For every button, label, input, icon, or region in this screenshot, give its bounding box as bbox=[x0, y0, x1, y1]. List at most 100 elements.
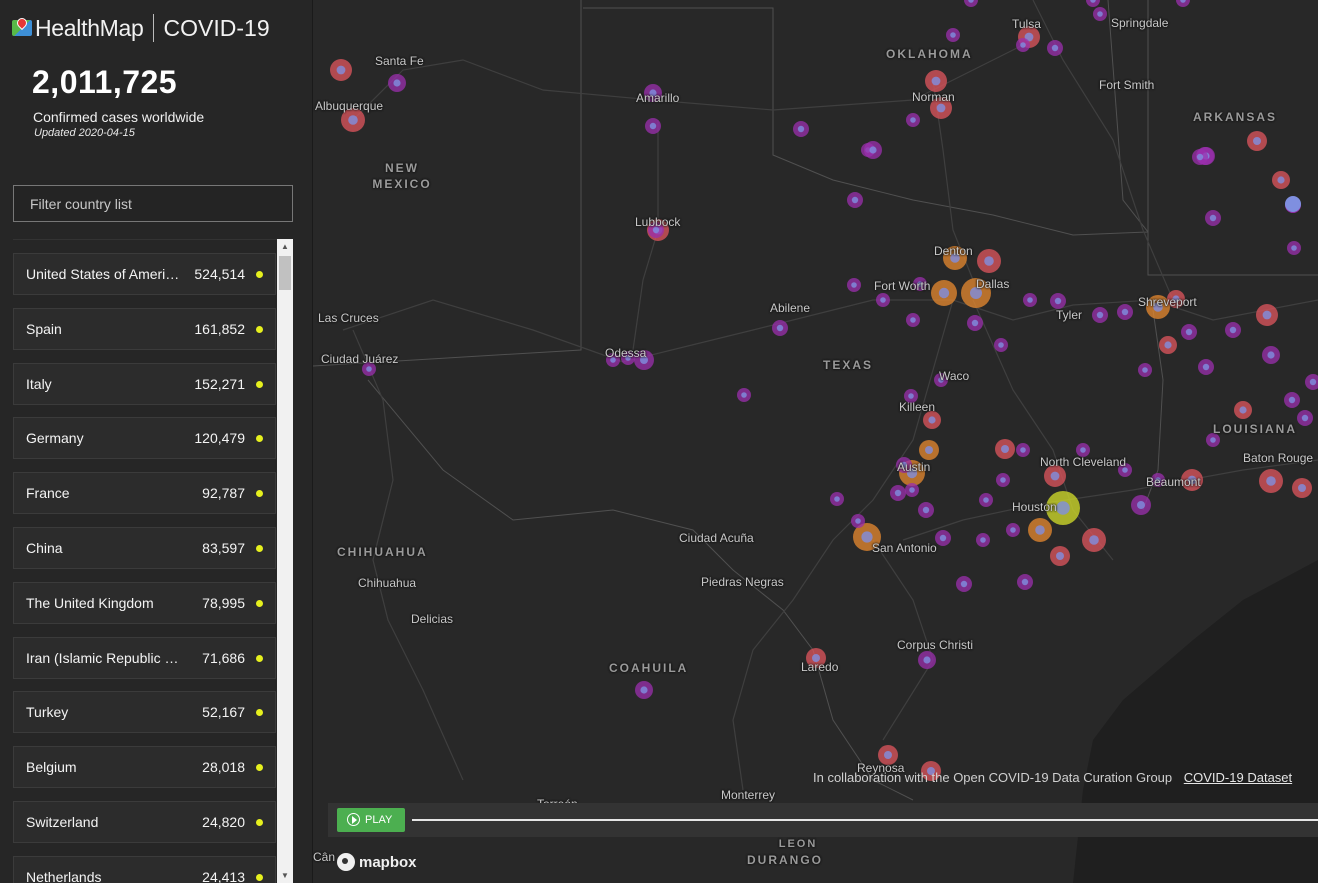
case-bubble-center[interactable] bbox=[1291, 245, 1297, 251]
case-bubble-center[interactable] bbox=[1267, 351, 1275, 359]
case-bubble-center[interactable] bbox=[1000, 477, 1006, 483]
case-bubble-center[interactable] bbox=[348, 115, 358, 125]
case-bubble-center[interactable] bbox=[1137, 501, 1145, 509]
case-bubble-center[interactable] bbox=[1239, 406, 1247, 414]
case-bubble-center[interactable] bbox=[922, 506, 930, 514]
case-bubble-center[interactable] bbox=[336, 65, 346, 75]
country-row[interactable]: United States of America 524,514 bbox=[13, 253, 276, 295]
case-bubble-center[interactable] bbox=[960, 580, 968, 588]
case-bubble-center[interactable] bbox=[936, 103, 946, 113]
case-bubble-center[interactable] bbox=[1020, 42, 1026, 48]
case-bubble-center[interactable] bbox=[983, 497, 989, 503]
case-bubble-center[interactable] bbox=[1027, 297, 1033, 303]
case-bubble-center[interactable] bbox=[909, 487, 915, 493]
case-bubble-center[interactable] bbox=[851, 196, 859, 204]
case-bubble-center[interactable] bbox=[649, 122, 657, 130]
case-bubble-center[interactable] bbox=[1010, 527, 1016, 533]
case-bubble-center[interactable] bbox=[910, 317, 916, 323]
case-bubble-center[interactable] bbox=[393, 79, 401, 87]
case-bubble-center[interactable] bbox=[928, 416, 936, 424]
case-bubble-center[interactable] bbox=[1001, 445, 1009, 453]
case-bubble-center[interactable] bbox=[776, 324, 784, 332]
case-bubble-center[interactable] bbox=[998, 342, 1004, 348]
case-bubble-center[interactable] bbox=[931, 76, 941, 86]
case-bubble-center[interactable] bbox=[1196, 153, 1204, 161]
case-bubble-center[interactable] bbox=[880, 297, 886, 303]
case-bubble-center[interactable] bbox=[1266, 476, 1276, 486]
case-bubble-center[interactable] bbox=[1051, 44, 1059, 52]
brand[interactable]: HealthMap COVID-19 bbox=[12, 12, 270, 44]
country-row[interactable]: Turkey 52,167 bbox=[13, 691, 276, 734]
case-bubble-center[interactable] bbox=[1056, 552, 1064, 560]
case-bubble-center[interactable] bbox=[1054, 297, 1062, 305]
case-bubble-center[interactable] bbox=[1309, 378, 1317, 386]
country-row[interactable]: The United Kingdom 78,995 bbox=[13, 581, 276, 624]
case-bubble-center[interactable] bbox=[1021, 578, 1029, 586]
case-bubble-center[interactable] bbox=[1035, 525, 1045, 535]
case-bubble-center[interactable] bbox=[855, 518, 861, 524]
country-list-scrollbar[interactable]: ▲ ▼ bbox=[277, 239, 293, 883]
case-bubble[interactable] bbox=[1285, 196, 1301, 212]
case-bubble-center[interactable] bbox=[884, 751, 892, 759]
case-bubble-center[interactable] bbox=[797, 125, 805, 133]
case-bubble-center[interactable] bbox=[1164, 341, 1172, 349]
country-row[interactable]: China 83,597 bbox=[13, 526, 276, 569]
case-bubble-center[interactable] bbox=[1277, 176, 1285, 184]
country-row[interactable]: Germany 120,479 bbox=[13, 417, 276, 460]
case-bubble-center[interactable] bbox=[910, 117, 916, 123]
case-bubble-center[interactable] bbox=[1202, 363, 1210, 371]
case-bubble-center[interactable] bbox=[1097, 11, 1103, 17]
case-bubble-center[interactable] bbox=[1229, 326, 1237, 334]
case-bubble-center[interactable] bbox=[925, 446, 933, 454]
country-row[interactable]: France 92,787 bbox=[13, 472, 276, 515]
scroll-up-icon[interactable]: ▲ bbox=[281, 242, 289, 251]
case-bubble-center[interactable] bbox=[1096, 311, 1104, 319]
country-row[interactable]: Spain 161,852 bbox=[13, 307, 276, 350]
case-bubble-center[interactable] bbox=[1020, 447, 1026, 453]
case-bubble-center[interactable] bbox=[1142, 367, 1148, 373]
scroll-thumb[interactable] bbox=[279, 256, 291, 290]
case-bubble-center[interactable] bbox=[1209, 214, 1217, 222]
case-bubble-center[interactable] bbox=[869, 146, 877, 154]
case-bubble-center[interactable] bbox=[980, 537, 986, 543]
case-bubble-center[interactable] bbox=[640, 686, 648, 694]
case-bubble-center[interactable] bbox=[1288, 396, 1296, 404]
case-bubble-center[interactable] bbox=[834, 496, 840, 502]
map-canvas[interactable] bbox=[313, 0, 1318, 883]
case-bubble-center[interactable] bbox=[1089, 535, 1099, 545]
case-bubble-center[interactable] bbox=[950, 32, 956, 38]
case-bubble-center[interactable] bbox=[1080, 447, 1086, 453]
play-button[interactable]: PLAY bbox=[337, 808, 405, 832]
case-bubble-center[interactable] bbox=[1298, 484, 1306, 492]
case-bubble-center[interactable] bbox=[1050, 471, 1060, 481]
country-row[interactable]: Switzerland 24,820 bbox=[13, 800, 276, 843]
case-bubble-center[interactable] bbox=[984, 256, 994, 266]
case-bubble-center[interactable] bbox=[938, 287, 950, 299]
case-bubble-center[interactable] bbox=[894, 489, 902, 497]
case-bubble-center[interactable] bbox=[971, 319, 979, 327]
case-bubble-center[interactable] bbox=[851, 282, 857, 288]
case-bubble-center[interactable] bbox=[1210, 437, 1216, 443]
country-row[interactable]: Iran (Islamic Republic of) 71,686 bbox=[13, 636, 276, 679]
case-bubble-center[interactable] bbox=[861, 531, 873, 543]
case-bubble-center[interactable] bbox=[1121, 308, 1129, 316]
case-bubble-center[interactable] bbox=[366, 366, 372, 372]
case-bubble-center[interactable] bbox=[741, 392, 747, 398]
dataset-link[interactable]: COVID-19 Dataset bbox=[1184, 770, 1292, 785]
case-bubble-center[interactable] bbox=[1301, 414, 1309, 422]
case-bubble-center[interactable] bbox=[908, 393, 914, 399]
case-bubble-center[interactable] bbox=[939, 534, 947, 542]
mapbox-logo[interactable]: mapbox bbox=[337, 853, 417, 871]
case-bubble-center[interactable] bbox=[1056, 501, 1070, 515]
case-bubble-center[interactable] bbox=[1253, 137, 1261, 145]
map-view[interactable]: OKLAHOMA ARKANSAS NEW MEXICO TEXAS LOUISIANA… bbox=[313, 0, 1318, 883]
filter-country-input[interactable] bbox=[13, 185, 293, 222]
case-bubble-center[interactable] bbox=[1262, 310, 1272, 320]
case-bubble-center[interactable] bbox=[1185, 328, 1193, 336]
case-bubble-center[interactable] bbox=[923, 656, 931, 664]
country-row[interactable]: Italy 152,271 bbox=[13, 362, 276, 405]
country-row[interactable]: Belgium 28,018 bbox=[13, 746, 276, 789]
timeline-track[interactable] bbox=[412, 819, 1318, 821]
scroll-down-icon[interactable]: ▼ bbox=[281, 871, 289, 880]
country-row[interactable]: Netherlands 24,413 bbox=[13, 855, 276, 883]
